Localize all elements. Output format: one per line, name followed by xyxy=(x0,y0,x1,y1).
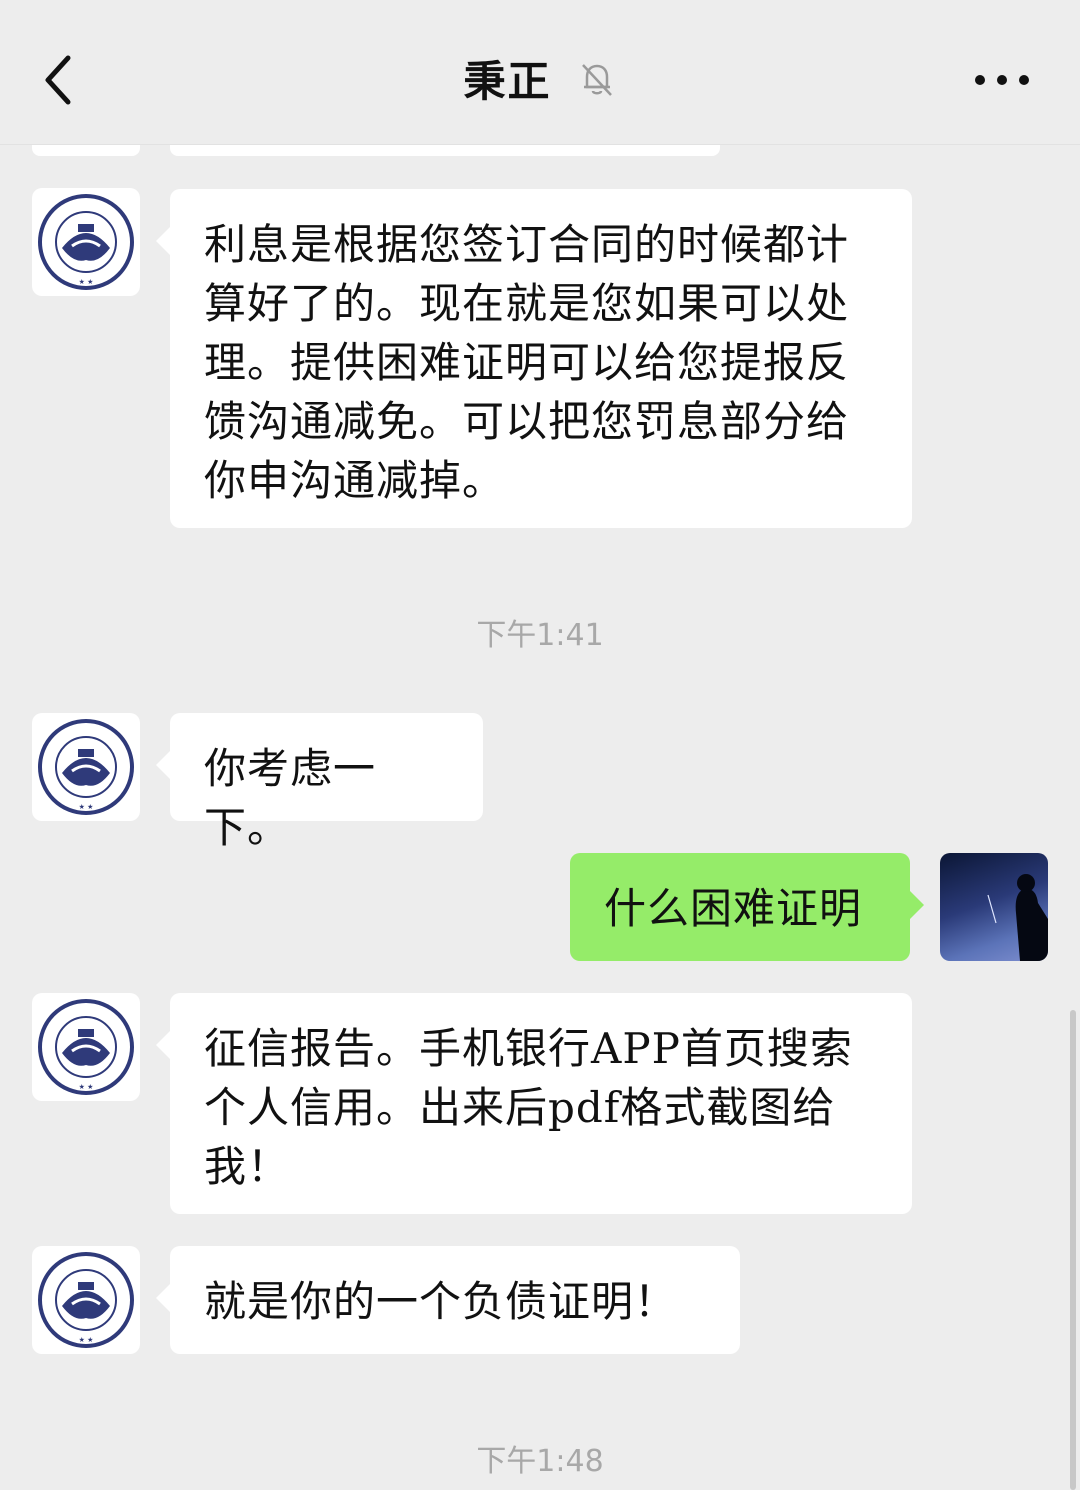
svg-text:★ ★: ★ ★ xyxy=(79,1336,94,1344)
contact-avatar[interactable]: ★ ★ xyxy=(32,713,140,821)
message-bubble-self[interactable]: 什么困难证明 xyxy=(570,853,924,961)
svg-text:★ ★: ★ ★ xyxy=(79,803,94,811)
chat-title: 秉正 xyxy=(463,57,552,106)
bell-off-icon xyxy=(577,59,617,99)
night-sky-photo xyxy=(987,874,1048,961)
mediation-seal-logo: ★ ★ xyxy=(38,1252,134,1348)
mediation-seal-logo: ★ ★ xyxy=(38,719,134,815)
scrollbar[interactable] xyxy=(1070,1010,1076,1490)
mediation-seal-logo: ★ ★ xyxy=(38,194,134,290)
svg-text:★ ★: ★ ★ xyxy=(79,1083,94,1091)
message-bubble[interactable]: 利息是根据您签订合同的时候都计算好了的。现在就是您如果可以处理。提供困难证明可以… xyxy=(156,189,912,528)
mediation-seal-logo: ★ ★ xyxy=(38,999,134,1095)
svg-text:★ ★: ★ ★ xyxy=(79,278,94,286)
message-bubble[interactable]: 你考虑一下。 xyxy=(156,713,483,852)
title-area: 秉正 xyxy=(0,48,1080,108)
chat-header: 秉正 xyxy=(0,0,1080,145)
message-bubble[interactable]: 就是你的一个负债证明！ xyxy=(156,1246,740,1354)
contact-avatar[interactable]: ★ ★ xyxy=(32,188,140,296)
more-dots-icon xyxy=(975,75,1029,85)
contact-avatar[interactable]: ★ ★ xyxy=(32,993,140,1101)
contact-avatar[interactable]: ★ ★ xyxy=(32,1246,140,1354)
timestamp: 下午1:48 xyxy=(476,1444,604,1479)
message-bubble[interactable]: 征信报告。手机银行APP首页搜索个人信用。出来后pdf格式截图给我！ xyxy=(156,993,912,1214)
timestamp: 下午1:41 xyxy=(476,618,604,653)
more-options-button[interactable] xyxy=(972,64,1032,96)
user-avatar[interactable] xyxy=(940,853,1048,961)
